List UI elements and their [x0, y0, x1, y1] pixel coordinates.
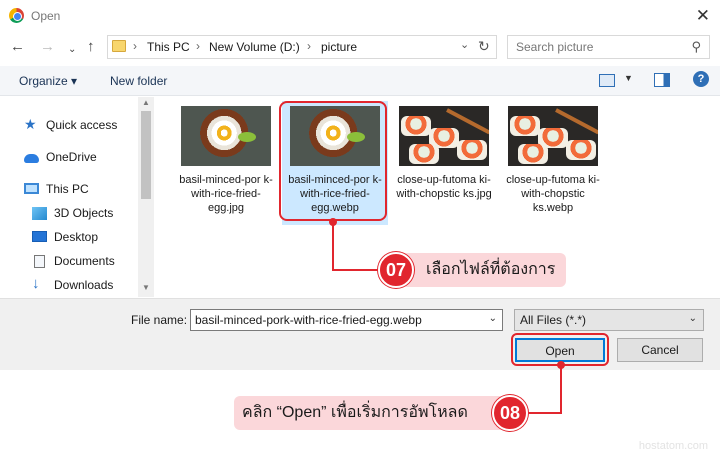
- file-name-label: File name:: [131, 313, 188, 327]
- star-icon: ★: [24, 116, 37, 132]
- download-icon: ↓: [32, 275, 40, 292]
- chevron-down-icon[interactable]: ⌄: [689, 313, 697, 324]
- folder-icon: [112, 40, 126, 52]
- dialog-footer: File name: ⌄ All Files (*.*) ⌄ Open Canc…: [0, 298, 720, 370]
- breadcrumb-separator-icon[interactable]: ›: [196, 39, 200, 53]
- command-toolbar: Organize ▾ New folder ▼ ?: [0, 66, 720, 96]
- step7-callout: เลือกไฟล์ที่ต้องการ: [396, 253, 566, 287]
- cancel-button[interactable]: Cancel: [617, 338, 703, 362]
- selection-highlight-frame: [279, 101, 387, 221]
- breadcrumb-new-volume[interactable]: New Volume (D:): [209, 40, 300, 54]
- file-name: close-up-futoma ki-with-chopstic ks.webp: [506, 174, 600, 214]
- preview-pane-icon[interactable]: [654, 73, 670, 87]
- up-arrow-icon[interactable]: ↑: [87, 38, 95, 56]
- file-name-dropdown-icon[interactable]: ⌄: [489, 313, 497, 324]
- sidebar-item-label: This PC: [46, 182, 89, 196]
- file-item[interactable]: close-up-futoma ki-with-chopstic ks.jpg: [391, 101, 497, 225]
- navigation-pane: ★ Quick access OneDrive This PC 3D Objec…: [0, 97, 155, 297]
- connector-line: [560, 364, 562, 414]
- recent-locations-chevron-icon[interactable]: ⌄: [68, 41, 76, 59]
- close-icon[interactable]: ✕: [696, 6, 710, 26]
- chrome-icon: [9, 8, 24, 23]
- connector-line: [528, 412, 562, 414]
- scroll-down-icon[interactable]: ▼: [142, 283, 150, 292]
- file-item[interactable]: basil-minced-por k-with-rice-fried- egg.…: [173, 101, 279, 225]
- help-icon[interactable]: ?: [693, 71, 709, 87]
- back-arrow-icon[interactable]: ←: [10, 38, 25, 56]
- refresh-icon[interactable]: ↻: [478, 38, 490, 55]
- file-thumbnail: [508, 106, 598, 166]
- sidebar-item-label: Downloads: [54, 278, 114, 292]
- scroll-up-icon[interactable]: ▲: [142, 98, 150, 107]
- step8-badge: 08: [492, 395, 528, 431]
- breadcrumb-this-pc[interactable]: This PC: [147, 40, 190, 54]
- file-type-value: All Files (*.*): [520, 313, 587, 327]
- sidebar-item-label: Desktop: [54, 230, 99, 244]
- search-box[interactable]: Search picture ⚲: [507, 35, 710, 59]
- search-icon[interactable]: ⚲: [691, 39, 701, 55]
- sidebar-item-label: 3D Objects: [54, 206, 114, 220]
- title-bar: Open ✕: [0, 0, 720, 32]
- file-name: basil-minced-por k-with-rice-fried- egg.…: [179, 174, 273, 214]
- sidebar-item-label: Documents: [54, 254, 115, 268]
- window-title: Open: [31, 9, 61, 23]
- new-folder-button[interactable]: New folder: [110, 74, 167, 88]
- file-name-field[interactable]: ⌄: [190, 309, 503, 331]
- change-view-icon[interactable]: [599, 74, 615, 87]
- sidebar-scrollbar[interactable]: ▲ ▼: [138, 97, 154, 297]
- file-type-select[interactable]: All Files (*.*) ⌄: [514, 309, 704, 331]
- cloud-icon: [24, 154, 39, 163]
- scrollbar-thumb[interactable]: [141, 111, 151, 199]
- breadcrumb-separator-icon[interactable]: ›: [133, 39, 137, 53]
- search-placeholder: Search picture: [516, 40, 594, 54]
- file-thumbnail: [181, 106, 271, 166]
- file-item[interactable]: close-up-futoma ki-with-chopstic ks.webp: [500, 101, 606, 225]
- file-thumbnail: [399, 106, 489, 166]
- step7-badge: 07: [378, 252, 414, 288]
- sidebar-item-label: OneDrive: [46, 150, 97, 164]
- forward-arrow-icon[interactable]: →: [40, 38, 55, 56]
- cube-icon: [32, 207, 47, 220]
- computer-icon: [24, 183, 39, 194]
- navigation-bar: ← → ⌄ ↑ › This PC › New Volume (D:) › pi…: [0, 33, 720, 63]
- watermark: hostatom.com: [638, 440, 708, 452]
- organize-button[interactable]: Organize ▾: [19, 74, 77, 88]
- sidebar-item-label: Quick access: [46, 118, 118, 132]
- breadcrumb-separator-icon[interactable]: ›: [307, 39, 311, 53]
- breadcrumb-picture[interactable]: picture: [321, 40, 357, 54]
- connector-line: [332, 221, 334, 271]
- step8-callout: คลิก “Open” เพื่อเริ่มการอัพโหลด: [234, 396, 510, 430]
- desktop-icon: [32, 231, 47, 242]
- connector-line: [332, 269, 382, 271]
- document-icon: [34, 255, 45, 268]
- file-name-input[interactable]: [191, 310, 483, 330]
- address-bar[interactable]: › This PC › New Volume (D:) › picture ⌄ …: [107, 35, 497, 59]
- address-dropdown-icon[interactable]: ⌄: [460, 38, 469, 51]
- view-dropdown-icon[interactable]: ▼: [624, 73, 633, 83]
- file-name: close-up-futoma ki-with-chopstic ks.jpg: [396, 174, 492, 200]
